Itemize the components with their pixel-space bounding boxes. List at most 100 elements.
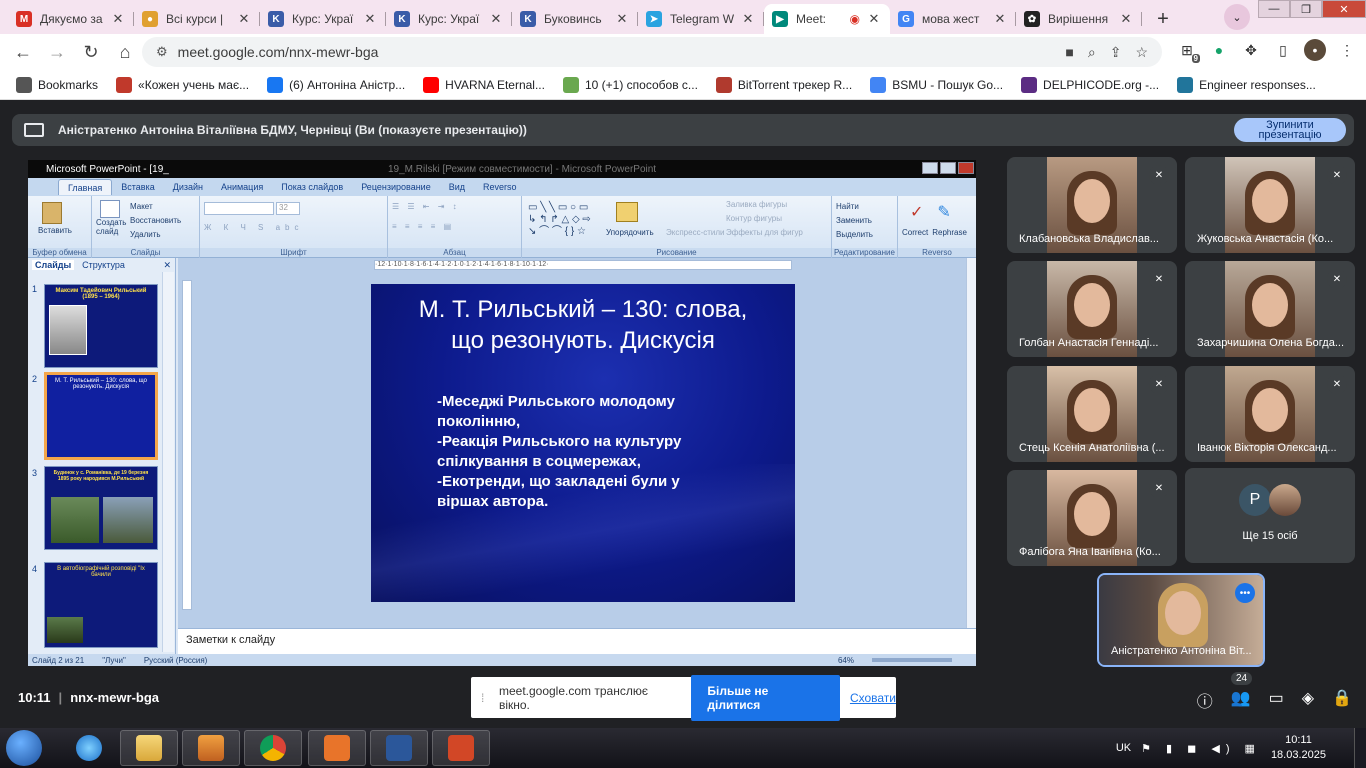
replace-button[interactable]: Заменить: [836, 214, 893, 228]
side-panel-icon[interactable]: ▯: [1272, 39, 1294, 61]
back-button[interactable]: ←: [6, 35, 40, 69]
chat-icon[interactable]: ▭: [1269, 688, 1284, 712]
browser-tab[interactable]: ✿ Вирішення ✕: [1016, 4, 1142, 34]
browser-tab[interactable]: ● Всі курси | ✕: [134, 4, 260, 34]
browser-tab[interactable]: K Буковинсь ✕: [512, 4, 638, 34]
host-controls-icon[interactable]: 🔒: [1332, 688, 1352, 712]
shapes-gallery[interactable]: ▭ ╲ ╲ ▭ ○ ▭ ↳ ↰ ↱ △ ◇ ⇨ ↘ ⌒ ⌒ { } ☆: [528, 202, 606, 238]
shape-effects-button[interactable]: Эффекты для фигур: [726, 226, 803, 240]
slide-thumbnail-4[interactable]: В автобіографічній розповіді "Іх бачили: [44, 562, 158, 648]
bookmark-item[interactable]: DELPHICODE.org -...: [1021, 76, 1159, 93]
address-bar[interactable]: ⚙ meet.google.com/nnx-mewr-bga ■ ⌕ ⇪ ☆: [142, 37, 1162, 67]
close-tab-icon[interactable]: ✕: [236, 11, 252, 27]
taskbar-ie[interactable]: [60, 730, 118, 766]
browser-tab[interactable]: Gмова жест ✕: [890, 4, 1016, 34]
start-button[interactable]: [6, 730, 42, 766]
ribbon-tab[interactable]: Вид: [440, 179, 474, 195]
extensions-icon[interactable]: ✥: [1240, 39, 1262, 61]
people-icon[interactable]: 👥: [1231, 688, 1251, 712]
slides-tab[interactable]: Слайды: [32, 260, 75, 270]
bookmark-item[interactable]: Engineer responses...: [1177, 76, 1316, 93]
taskbar-media[interactable]: [182, 730, 240, 766]
ribbon-tab[interactable]: Дизайн: [164, 179, 212, 195]
new-slide-button[interactable]: Создать слайд: [96, 218, 128, 236]
close-tab-icon[interactable]: ✕: [992, 11, 1008, 27]
home-button[interactable]: ⌂: [108, 35, 142, 69]
ribbon-tab[interactable]: Вставка: [112, 179, 163, 195]
align-buttons[interactable]: ≡ ≡ ≡ ≡ ▤: [392, 220, 517, 234]
menu-icon[interactable]: ⋮: [1336, 39, 1358, 61]
bookmark-item[interactable]: «Кожен учень має...: [116, 76, 249, 93]
taskbar-explorer[interactable]: [120, 730, 178, 766]
slide-thumbnail-1[interactable]: Максим Тадейович Рильський (1895 – 1964): [44, 284, 158, 368]
close-pane-icon[interactable]: ✕: [163, 260, 171, 271]
close-window-button[interactable]: ✕: [1322, 0, 1366, 18]
minimize-button[interactable]: —: [1258, 0, 1290, 18]
profile-avatar[interactable]: •: [1304, 39, 1326, 61]
ppt-restore-button[interactable]: [940, 162, 956, 174]
font-format-buttons[interactable]: Ж К Ч S abc: [204, 221, 383, 235]
correct-icon[interactable]: ✓: [910, 202, 923, 222]
browser-tab[interactable]: ▶ Meet: ◉ ✕: [764, 4, 890, 34]
bookmark-item[interactable]: Bookmarks: [16, 76, 98, 93]
delete-button[interactable]: Удалить: [130, 228, 181, 242]
participant-tile[interactable]: ✕ Жуковська Анастасія (Ко...: [1185, 157, 1355, 253]
close-tab-icon[interactable]: ✕: [1118, 11, 1134, 27]
ribbon-tab[interactable]: Reverso: [474, 179, 526, 195]
slide-thumbnail-3[interactable]: Будинок у с. Романівка, де 19 березня 18…: [44, 466, 158, 550]
bookmark-item[interactable]: BSMU - Пошук Go...: [870, 76, 1003, 93]
close-tab-icon[interactable]: ✕: [614, 11, 630, 27]
close-tab-icon[interactable]: ✕: [488, 11, 504, 27]
clock[interactable]: 10:11 18.03.2025: [1271, 733, 1326, 763]
canvas-scrollbar[interactable]: [966, 258, 976, 628]
extension-badge-icon[interactable]: ⊞ 9: [1176, 39, 1200, 63]
ribbon-tab[interactable]: Главная: [58, 179, 113, 195]
layout-button[interactable]: Макет: [130, 200, 181, 214]
paste-button[interactable]: Вставить: [38, 224, 87, 238]
current-slide[interactable]: М. Т. Рильський – 130: слова, що резоную…: [371, 284, 795, 602]
tab-search-button[interactable]: ⌄: [1224, 4, 1250, 30]
font-size-input[interactable]: 32: [276, 202, 300, 215]
find-button[interactable]: Найти: [836, 200, 893, 214]
participant-tile[interactable]: ✕ Клабановська Владислав...: [1007, 157, 1177, 253]
notes-pane[interactable]: Заметки к слайду: [178, 628, 976, 654]
list-buttons[interactable]: ☰ ☰ ⇤ ⇥ ↕: [392, 200, 517, 214]
self-tile[interactable]: ••• Аністратенко Антоніна Віт...: [1097, 573, 1265, 667]
close-tab-icon[interactable]: ✕: [740, 11, 756, 27]
ppt-close-button[interactable]: [958, 162, 974, 174]
taskbar-pdf[interactable]: [308, 730, 366, 766]
font-name-input[interactable]: [204, 202, 274, 215]
more-options-icon[interactable]: •••: [1235, 583, 1255, 603]
participant-tile[interactable]: ✕ Голбан Анастасія Геннаді...: [1007, 261, 1177, 357]
show-desktop-button[interactable]: [1354, 728, 1366, 768]
ribbon-tab[interactable]: Рецензирование: [352, 179, 440, 195]
zoom-slider[interactable]: [872, 658, 952, 662]
forward-button[interactable]: →: [40, 35, 74, 69]
new-tab-button[interactable]: +: [1148, 4, 1178, 34]
taskbar-chrome[interactable]: [244, 730, 302, 766]
stop-sharing-button[interactable]: Більше не ділитися: [691, 674, 840, 721]
select-button[interactable]: Выделить: [836, 228, 893, 242]
quick-styles-button[interactable]: Экспресс-стили: [666, 226, 725, 240]
slide-thumbnail-2[interactable]: М. Т. Рильський – 130: слова, що резоную…: [44, 372, 158, 460]
slides-scrollbar[interactable]: [162, 272, 174, 652]
browser-tab[interactable]: K Курс: Украї ✕: [260, 4, 386, 34]
rephrase-icon[interactable]: ✎: [937, 202, 950, 222]
browser-tab[interactable]: ➤ Telegram W ✕: [638, 4, 764, 34]
tray-icons[interactable]: ⚑ ▮ ◼ ◀) ▦: [1141, 742, 1261, 755]
reset-button[interactable]: Восстановить: [130, 214, 181, 228]
bookmark-item[interactable]: 10 (+1) способов с...: [562, 76, 698, 93]
new-slide-icon[interactable]: [100, 200, 120, 218]
close-tab-icon[interactable]: ✕: [866, 11, 882, 27]
slide-title[interactable]: М. Т. Рильський – 130: слова, що резоную…: [391, 294, 775, 356]
site-info-icon[interactable]: ⚙: [156, 44, 168, 60]
arrange-button[interactable]: Упорядочить: [606, 226, 654, 240]
taskbar-word[interactable]: [370, 730, 428, 766]
bookmark-item[interactable]: (6) Антоніна Аністр...: [267, 76, 405, 93]
paste-icon[interactable]: [42, 202, 62, 224]
zoom-icon[interactable]: ⌕: [1088, 44, 1096, 61]
more-participants-tile[interactable]: P Ще 15 осіб: [1185, 468, 1355, 563]
language-indicator[interactable]: UK: [1116, 742, 1131, 754]
rephrase-button[interactable]: Rephrase: [932, 226, 967, 240]
bookmark-item[interactable]: HVARNA Eternal...: [423, 76, 545, 93]
